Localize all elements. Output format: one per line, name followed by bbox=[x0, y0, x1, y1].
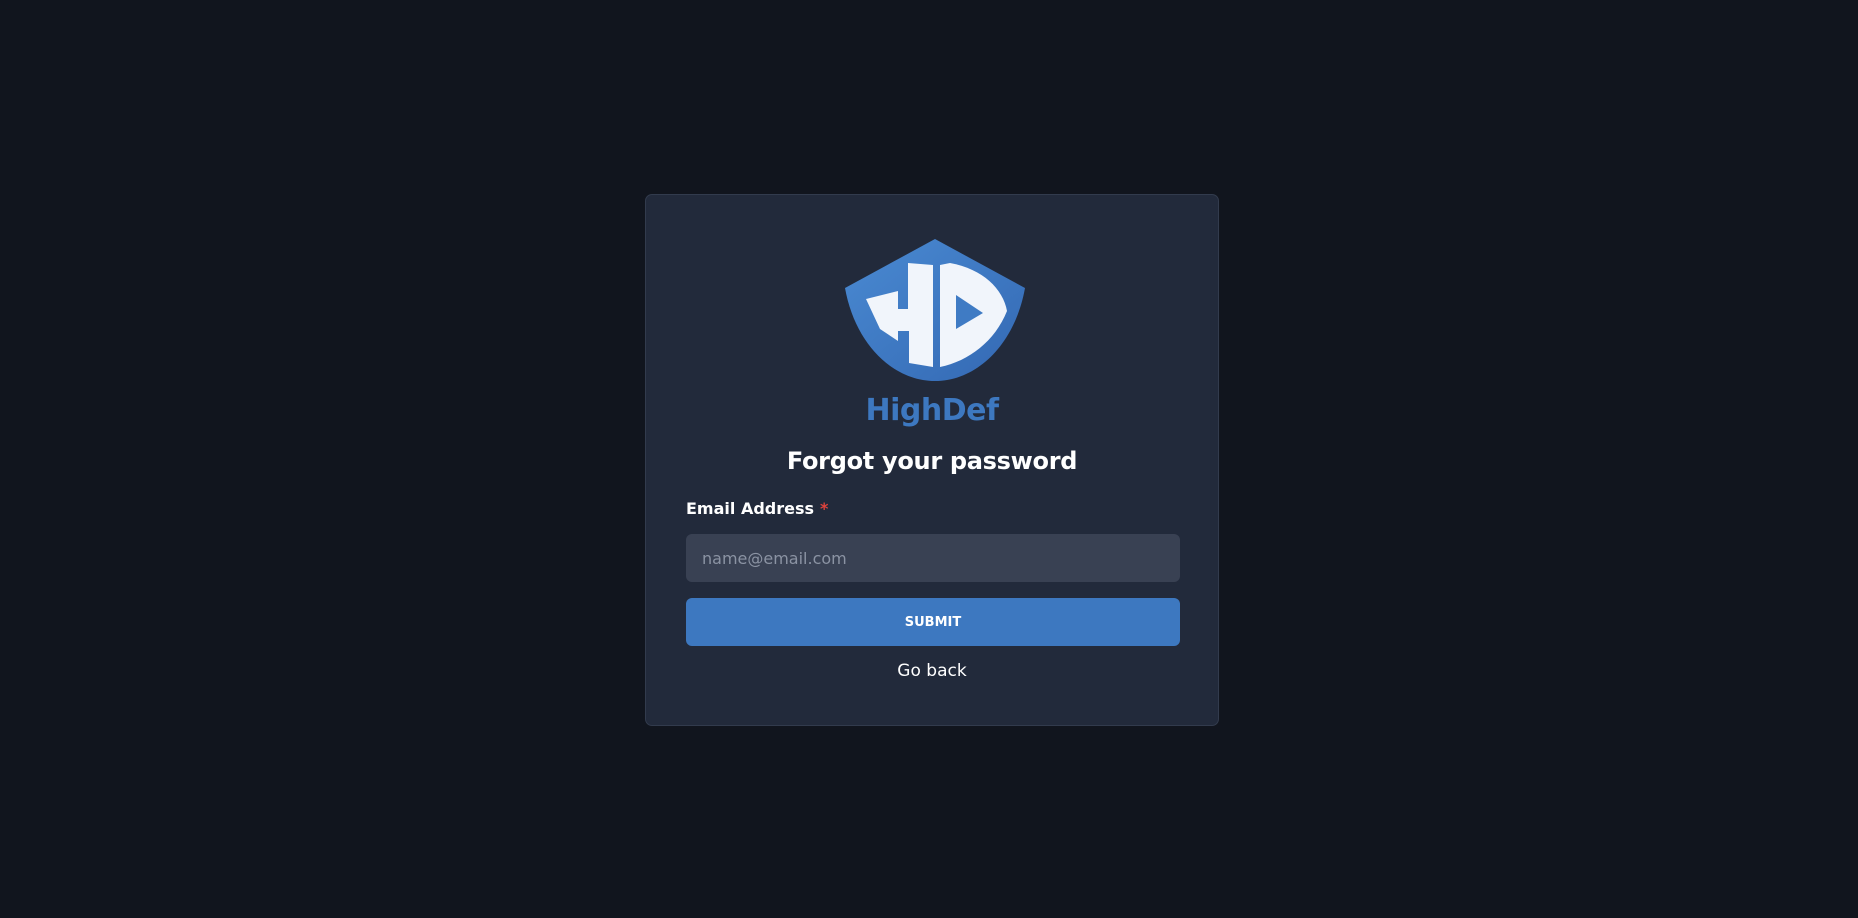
email-label: Email Address * bbox=[686, 499, 828, 518]
hd-shield-logo-icon bbox=[845, 239, 1025, 381]
page-title: Forgot your password bbox=[786, 447, 1078, 475]
submit-button[interactable]: SUBMIT bbox=[686, 598, 1180, 646]
email-label-text: Email Address bbox=[686, 499, 815, 518]
forgot-password-card: HighDef Forgot your password Email Addre… bbox=[645, 194, 1219, 726]
brand-name: HighDef bbox=[865, 393, 999, 428]
go-back-link[interactable]: Go back bbox=[646, 661, 1218, 681]
required-asterisk: * bbox=[820, 499, 829, 518]
email-input[interactable] bbox=[686, 534, 1180, 582]
